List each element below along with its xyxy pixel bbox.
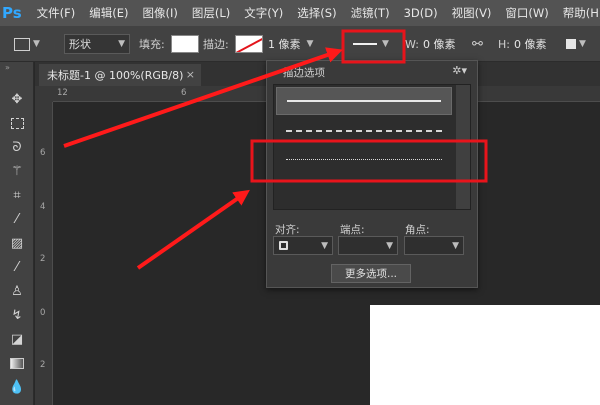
document-tab-title: 未标题-1 @ 100%(RGB/8) (47, 69, 184, 82)
panel-title: 描边选项 (283, 67, 325, 79)
mode-value: 形状 (69, 38, 91, 51)
menu-filter[interactable]: 滤镜(T) (344, 0, 397, 26)
stroke-preset-list (273, 84, 471, 210)
gear-icon[interactable]: ✲▾ (452, 64, 467, 77)
magic-wand-tool-icon[interactable]: ⚚ (5, 160, 29, 182)
align-select[interactable]: ▼ (273, 236, 333, 255)
lasso-tool-icon[interactable]: ᘐ (5, 136, 29, 158)
options-bar: ▼ 形状 ▼ 填充: 描边: 1 像素 ▼ ▼ W: 0 像素 ⚯ H: 0 像… (0, 26, 600, 62)
height-value[interactable]: 0 像素 (514, 36, 547, 52)
chevron-down-icon: ▼ (118, 39, 125, 49)
path-operations-icon[interactable] (566, 39, 576, 49)
tool-preset-picker[interactable]: ▼ (14, 26, 40, 62)
caps-label: 端点: (340, 224, 365, 236)
menu-help[interactable]: 帮助(H) (556, 0, 600, 26)
collapse-arrows-icon[interactable]: » (5, 63, 10, 72)
history-brush-tool-icon[interactable]: ↯ (5, 304, 29, 326)
menu-file[interactable]: 文件(F) (30, 0, 83, 26)
menu-image[interactable]: 图像(I) (136, 0, 185, 26)
eyedropper-tool-icon[interactable]: ⁄ (5, 208, 29, 230)
menu-edit[interactable]: 编辑(E) (82, 0, 135, 26)
healing-brush-tool-icon[interactable]: ▨ (5, 232, 29, 254)
ruler-origin[interactable] (35, 86, 53, 102)
solid-line-icon (287, 100, 441, 102)
vertical-ruler[interactable]: 6 4 2 0 2 (35, 102, 53, 405)
chevron-down-icon: ▼ (306, 39, 314, 49)
menu-bar: Ps 文件(F) 编辑(E) 图像(I) 图层(L) 文字(Y) 选择(S) 滤… (0, 0, 600, 26)
preset-solid[interactable] (276, 87, 452, 115)
photoshop-logo: Ps (2, 4, 22, 22)
chevron-down-icon: ▼ (386, 240, 393, 251)
marquee-tool-icon[interactable] (5, 112, 29, 134)
preset-dotted[interactable] (276, 145, 452, 173)
tools-panel: » ✥ ᘐ ⚚ ⌗ ⁄ ▨ ⁄ ♙ ↯ ◪ 💧 (0, 62, 34, 405)
width-label: W: (405, 37, 419, 51)
preset-list-scrollbar[interactable] (456, 85, 470, 209)
chevron-down-icon: ▼ (382, 39, 389, 49)
menu-view[interactable]: 视图(V) (445, 0, 499, 26)
stroke-color-swatch[interactable] (235, 35, 263, 53)
chevron-down-icon: ▼ (452, 240, 459, 251)
stroke-label: 描边: (203, 38, 229, 51)
preset-dashed[interactable] (276, 117, 452, 145)
ruler-tick-label: 6 (40, 148, 46, 158)
stroke-options-panel: 描边选项 ✲▾ 对齐: 端点: 角点: ▼ ▼ ▼ 更多选项... (266, 60, 478, 288)
align-inside-icon (279, 241, 288, 250)
gradient-tool-icon[interactable] (5, 352, 29, 374)
rectangle-shape-icon (14, 37, 30, 51)
more-options-button[interactable]: 更多选项... (331, 264, 411, 283)
link-icon[interactable]: ⚯ (472, 37, 483, 52)
eraser-tool-icon[interactable]: ◪ (5, 328, 29, 350)
width-value[interactable]: 0 像素 (423, 36, 456, 52)
corners-label: 角点: (405, 224, 430, 236)
menu-layer[interactable]: 图层(L) (185, 0, 237, 26)
close-icon[interactable]: × (186, 68, 195, 81)
chevron-down-icon: ▼ (33, 39, 40, 49)
fill-label: 填充: (139, 38, 165, 51)
ruler-tick-label: 2 (40, 360, 46, 370)
corners-select[interactable]: ▼ (404, 236, 464, 255)
brush-tool-icon[interactable]: ⁄ (5, 256, 29, 278)
caps-select[interactable]: ▼ (338, 236, 398, 255)
move-tool-icon[interactable]: ✥ (5, 88, 29, 110)
chevron-down-icon: ▼ (321, 240, 328, 251)
fill-color-swatch[interactable] (171, 35, 199, 53)
stroke-width-value[interactable]: 1 像素 (268, 36, 301, 52)
menu-select[interactable]: 选择(S) (290, 0, 343, 26)
mode-select[interactable]: 形状 ▼ (64, 34, 130, 54)
dotted-line-icon (286, 158, 442, 160)
menu-type[interactable]: 文字(Y) (237, 0, 290, 26)
crop-tool-icon[interactable]: ⌗ (5, 184, 29, 206)
clone-stamp-tool-icon[interactable]: ♙ (5, 280, 29, 302)
solid-line-icon (353, 43, 377, 45)
stroke-type-dropdown[interactable]: ▼ (347, 33, 403, 55)
ruler-tick-label: 12 (57, 88, 68, 98)
ruler-tick-label: 2 (40, 254, 46, 264)
align-label: 对齐: (275, 224, 300, 236)
ruler-tick-label: 0 (40, 308, 46, 318)
dashed-line-icon (286, 130, 442, 132)
ruler-tick-label: 4 (40, 202, 46, 212)
document-canvas[interactable] (370, 305, 600, 405)
blur-tool-icon[interactable]: 💧 (5, 376, 29, 398)
chevron-down-icon: ▼ (579, 39, 586, 49)
height-label: H: (498, 37, 510, 51)
menu-window[interactable]: 窗口(W) (498, 0, 555, 26)
ruler-tick-label: 6 (181, 88, 187, 98)
menu-3d[interactable]: 3D(D) (397, 0, 445, 26)
document-tab[interactable]: 未标题-1 @ 100%(RGB/8) × (39, 64, 201, 86)
no-color-slash-icon (236, 36, 262, 52)
